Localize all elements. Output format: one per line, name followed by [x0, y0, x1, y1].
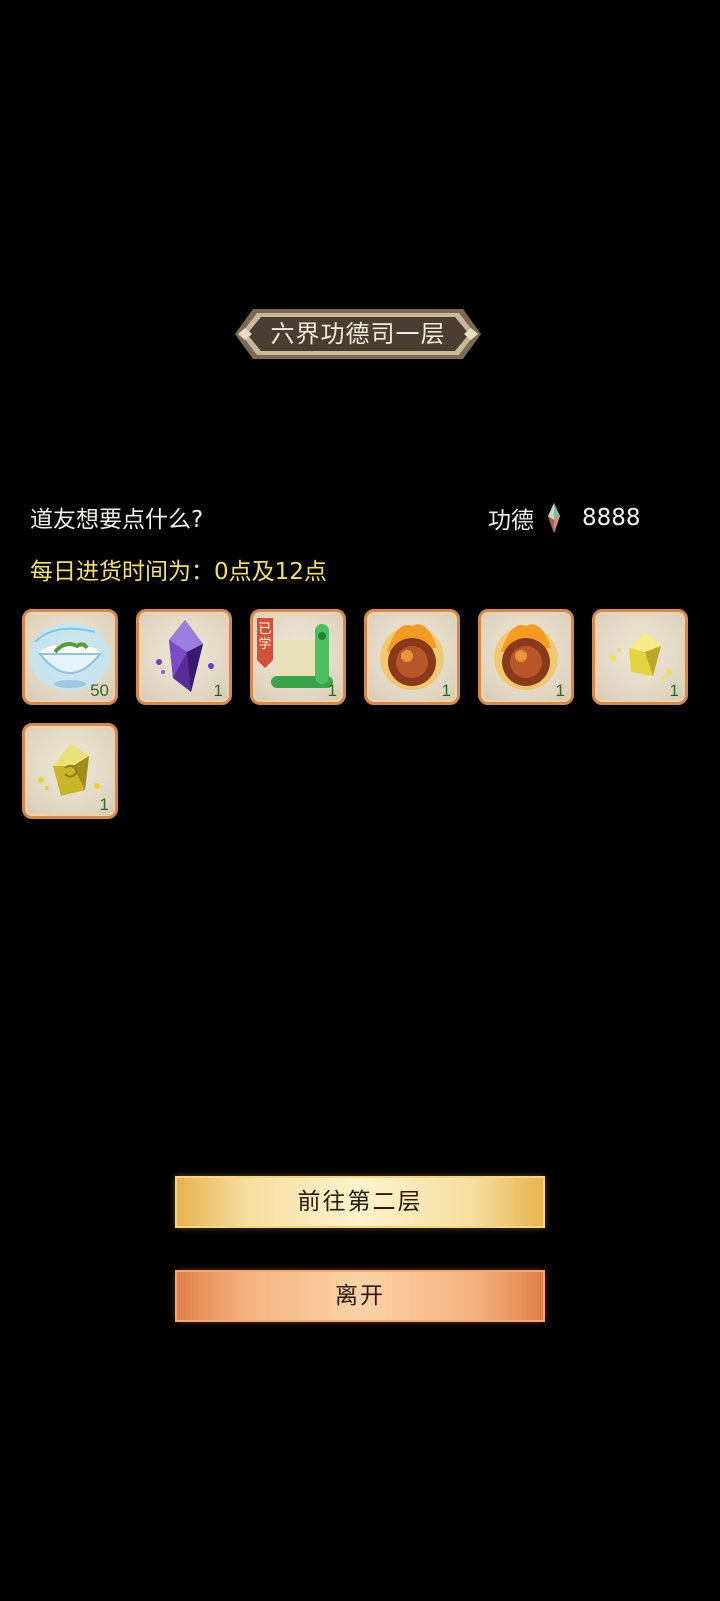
page-title: 六界功德司一层: [270, 320, 446, 348]
merit-label: 功德: [488, 508, 534, 534]
item-slot[interactable]: 1: [22, 723, 118, 819]
item-slot[interactable]: 1: [478, 609, 574, 705]
item-slot[interactable]: 已学 1: [250, 609, 346, 705]
item-slot[interactable]: 50: [22, 609, 118, 705]
leave-button[interactable]: 离开: [175, 1270, 545, 1322]
item-slot[interactable]: 1: [592, 609, 688, 705]
restock-time-text: 每日进货时间为：0点及12点: [30, 559, 327, 585]
merit-balance: 功德 8888: [488, 500, 641, 536]
title-plate: 六界功德司一层: [235, 305, 481, 363]
item-quantity: 50: [90, 681, 109, 700]
go-to-second-floor-button[interactable]: 前往第二层: [175, 1176, 545, 1228]
item-slot[interactable]: 1: [364, 609, 460, 705]
item-quantity: 1: [555, 681, 565, 700]
merit-value: 8888: [582, 505, 641, 531]
item-quantity: 1: [669, 681, 679, 700]
learned-badge: 已学: [258, 622, 272, 652]
item-quantity: 1: [99, 795, 109, 814]
shop-prompt: 道友想要点什么?: [30, 507, 204, 533]
item-slot[interactable]: 1: [136, 609, 232, 705]
item-quantity: 1: [213, 681, 223, 700]
item-quantity: 1: [327, 681, 337, 700]
item-quantity: 1: [441, 681, 451, 700]
merit-crystal-icon: [548, 503, 560, 533]
